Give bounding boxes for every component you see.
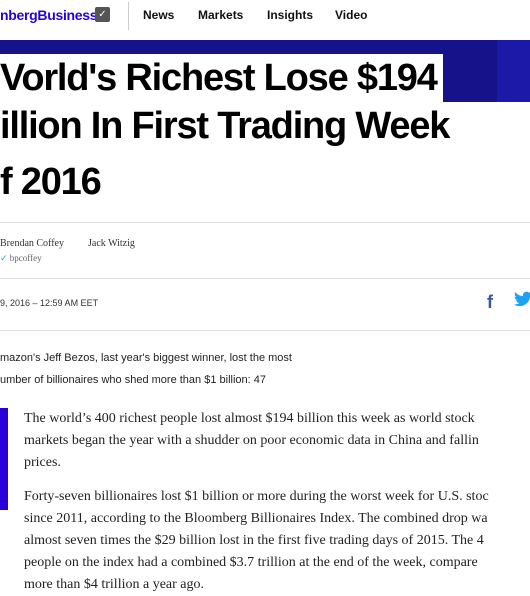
summary-bullet: umber of billionaires who shed more than… bbox=[0, 374, 266, 386]
paragraph-line: since 2011, according to the Bloomberg B… bbox=[24, 511, 488, 526]
bloomberg-business-logo[interactable]: nbergBusiness bbox=[0, 7, 98, 23]
nav-insights[interactable]: Insights bbox=[267, 8, 313, 22]
article-paragraph: Forty-seven billionaires lost $1 billion… bbox=[24, 486, 530, 596]
byline-divider-top bbox=[0, 222, 530, 223]
paragraph-line: almost seven times the $29 billion lost … bbox=[24, 533, 484, 548]
top-nav-bar: nbergBusiness ✓ News Markets Insights Vi… bbox=[0, 0, 530, 32]
headline-line-1: Vorld's Richest Lose $194 bbox=[0, 54, 443, 102]
article-paragraph: The world’s 400 richest people lost almo… bbox=[24, 408, 530, 474]
paragraph-line: more than $4 trillion a year ago. bbox=[24, 577, 204, 592]
paragraph-line: Forty-seven billionaires lost $1 billion… bbox=[24, 489, 489, 504]
paragraph-line: The world’s 400 richest people lost almo… bbox=[24, 411, 475, 426]
author-name[interactable]: Jack Witzig bbox=[88, 238, 135, 249]
chevron-down-icon[interactable]: ✓ bbox=[95, 7, 110, 22]
byline-divider-middle bbox=[0, 278, 530, 279]
publish-date: 9, 2016 – 12:59 AM EET bbox=[0, 298, 99, 308]
hero-background-accent bbox=[497, 40, 530, 102]
twitter-handle-text: bpcoffey bbox=[9, 253, 42, 263]
twitter-bird-icon: ✓ bbox=[0, 253, 8, 263]
paragraph-line: people on the index had a combined $3.7 … bbox=[24, 555, 478, 570]
summary-bullet: mazon's Jeff Bezos, last year's biggest … bbox=[0, 352, 292, 364]
headline-line-3: f 2016 bbox=[0, 158, 107, 206]
nav-video[interactable]: Video bbox=[335, 8, 367, 22]
summary-divider bbox=[0, 330, 530, 331]
twitter-handle[interactable]: ✓ bpcoffey bbox=[0, 253, 42, 264]
author-name[interactable]: Brendan Coffey bbox=[0, 238, 64, 249]
nav-news[interactable]: News bbox=[143, 8, 174, 22]
paragraph-line: prices. bbox=[24, 455, 61, 470]
nav-markets[interactable]: Markets bbox=[198, 8, 243, 22]
headline-line-2: illion In First Trading Week bbox=[0, 102, 456, 150]
article-accent-bar bbox=[0, 408, 8, 510]
twitter-share-icon[interactable] bbox=[514, 291, 530, 312]
paragraph-line: markets began the year with a shudder on… bbox=[24, 433, 479, 448]
facebook-share-icon[interactable]: f bbox=[487, 292, 493, 313]
nav-divider bbox=[128, 2, 129, 30]
headline-hero: Vorld's Richest Lose $194 illion In Firs… bbox=[0, 40, 530, 206]
